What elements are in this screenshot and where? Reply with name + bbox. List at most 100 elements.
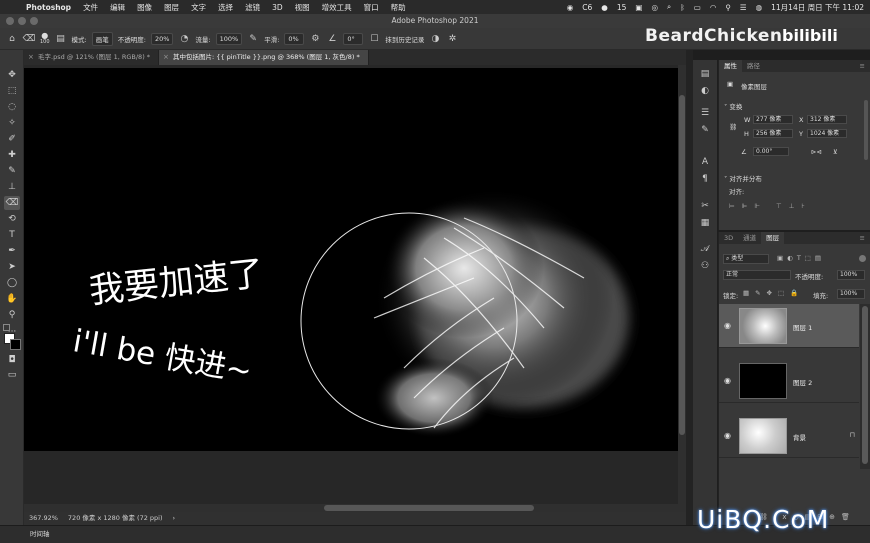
- tab-properties[interactable]: 属性: [719, 60, 742, 72]
- brush-settings-icon[interactable]: ▤: [55, 33, 67, 45]
- visibility-eye-icon[interactable]: ◉: [724, 321, 731, 330]
- brushes-panel-icon[interactable]: ✎: [699, 124, 711, 136]
- tab-channels[interactable]: 通道: [738, 232, 761, 244]
- zoom-level[interactable]: 367.92%: [24, 512, 63, 525]
- menu-window[interactable]: 窗口: [358, 2, 385, 13]
- menu-type[interactable]: 文字: [185, 2, 212, 13]
- status-dot-icon[interactable]: ●: [601, 3, 608, 12]
- align-section-header[interactable]: ˅ 对齐并分布: [724, 173, 762, 183]
- properties-scroll-thumb[interactable]: [864, 100, 868, 160]
- menu-layer[interactable]: 图层: [158, 2, 185, 13]
- siri-icon[interactable]: ◍: [756, 3, 763, 12]
- panel-menu-icon[interactable]: ≡: [855, 60, 870, 72]
- scroll-thumb[interactable]: [324, 505, 534, 511]
- history-panel-icon[interactable]: ▤: [699, 68, 711, 80]
- layers-scrollbar[interactable]: [860, 304, 870, 469]
- screen-mode-icon[interactable]: ▭: [4, 368, 20, 382]
- gear-icon[interactable]: ⚙: [309, 33, 321, 45]
- move-tool-icon[interactable]: ✥: [4, 68, 20, 82]
- pressure-size-icon[interactable]: ◑: [429, 33, 441, 45]
- lock-icon[interactable]: ⊓: [850, 431, 855, 439]
- magic-wand-tool-icon[interactable]: ✧: [4, 116, 20, 130]
- eraser-tool-icon[interactable]: ⌫: [4, 196, 20, 210]
- document-size[interactable]: 720 像素 x 1280 像素 (72 ppi): [63, 512, 168, 525]
- shape-tool-icon[interactable]: ◯: [4, 276, 20, 290]
- default-colors-icon[interactable]: [3, 324, 10, 331]
- pen-tool-icon[interactable]: ✒: [4, 244, 20, 258]
- tab-3d[interactable]: 3D: [719, 232, 738, 244]
- path-select-tool-icon[interactable]: ➤: [4, 260, 20, 274]
- flip-horizontal-icon[interactable]: ⊳⊲: [811, 148, 822, 156]
- healing-brush-tool-icon[interactable]: ✚: [4, 148, 20, 162]
- link-icon[interactable]: ⛓: [729, 123, 737, 131]
- menu-clock[interactable]: 11月14日 周日 下午 11:02: [771, 2, 864, 13]
- adjustments-panel-icon[interactable]: ◐: [699, 85, 711, 97]
- scroll-thumb[interactable]: [679, 95, 685, 435]
- filter-toggle-icon[interactable]: [859, 255, 866, 262]
- menu-file[interactable]: 文件: [77, 2, 104, 13]
- erase-history-checkbox[interactable]: ☐: [368, 33, 380, 45]
- quick-mask-icon[interactable]: ◘: [4, 353, 20, 367]
- clone-source-icon[interactable]: ⚇: [699, 260, 711, 272]
- opacity-field[interactable]: 20%: [150, 32, 174, 45]
- flip-vertical-icon[interactable]: ⊻: [833, 148, 838, 156]
- bluetooth-icon[interactable]: ᛒ: [680, 3, 685, 12]
- airbrush-icon[interactable]: ✎: [247, 33, 259, 45]
- background-color-swatch[interactable]: [10, 339, 21, 350]
- layer-name[interactable]: 图层 2: [793, 377, 812, 387]
- canvas-workspace[interactable]: 我要加速了 i'll be 快进~: [24, 65, 686, 512]
- visibility-eye-icon[interactable]: ◉: [724, 431, 731, 440]
- wifi-icon[interactable]: ◠: [710, 3, 717, 12]
- scroll-thumb[interactable]: [862, 306, 868, 464]
- status-c-label[interactable]: C6: [582, 3, 592, 12]
- menu-plugins[interactable]: 增效工具: [316, 2, 358, 13]
- hand-tool-icon[interactable]: ✋: [4, 292, 20, 306]
- horizontal-scrollbar[interactable]: [24, 504, 678, 512]
- menu-filter[interactable]: 滤镜: [239, 2, 266, 13]
- menu-edit[interactable]: 编辑: [104, 2, 131, 13]
- layer-name[interactable]: 背景: [793, 432, 806, 442]
- height-field[interactable]: 256 像素: [753, 129, 793, 138]
- stamp-tool-icon[interactable]: ⊥: [4, 180, 20, 194]
- menu-image[interactable]: 图像: [131, 2, 158, 13]
- symmetry-icon[interactable]: ✲: [446, 33, 458, 45]
- pressure-opacity-icon[interactable]: ◔: [178, 33, 190, 45]
- smoothing-field[interactable]: 0%: [284, 32, 305, 45]
- close-tab-icon[interactable]: ×: [163, 50, 169, 65]
- width-field[interactable]: 277 像素: [753, 115, 793, 124]
- menu-3d[interactable]: 3D: [266, 3, 289, 12]
- history-brush-tool-icon[interactable]: ⟲: [4, 212, 20, 226]
- battery-icon[interactable]: ▭: [694, 3, 701, 12]
- search-icon[interactable]: ⌕: [667, 2, 671, 12]
- layer-row-background[interactable]: ◉ 背景 ⊓: [719, 414, 859, 458]
- home-icon[interactable]: ⌂: [6, 33, 18, 45]
- paragraph-panel-icon[interactable]: ¶: [699, 173, 711, 185]
- record-icon[interactable]: ◉: [567, 3, 574, 12]
- info-panel-icon[interactable]: ▦: [699, 217, 711, 229]
- brush-tool-icon[interactable]: ✎: [4, 164, 20, 178]
- status-expand-icon[interactable]: ›: [168, 512, 181, 525]
- angle-field[interactable]: 0°: [343, 32, 364, 45]
- vertical-scrollbar[interactable]: [678, 65, 686, 512]
- menu-view[interactable]: 视图: [289, 2, 316, 13]
- tab-paths[interactable]: 路径: [742, 60, 765, 72]
- layer-row-layer-2[interactable]: ◉ 图层 2: [719, 359, 859, 403]
- visibility-eye-icon[interactable]: ◉: [724, 376, 731, 385]
- menu-app-name[interactable]: Photoshop: [20, 3, 77, 12]
- document-canvas[interactable]: 我要加速了 i'll be 快进~: [24, 68, 684, 451]
- layer-row-layer-1[interactable]: ◉ 图层 1: [719, 304, 859, 348]
- menu-select[interactable]: 选择: [212, 2, 239, 13]
- libraries-panel-icon[interactable]: ☰: [699, 107, 711, 119]
- status-num-label[interactable]: 15: [617, 3, 627, 12]
- filter-icons-row[interactable]: ▣◐T⬚▤: [777, 254, 825, 262]
- panel-menu-icon[interactable]: ≡: [855, 232, 870, 244]
- layer-name[interactable]: 图层 1: [793, 322, 812, 332]
- app-menu-icon[interactable]: ▣: [635, 3, 642, 12]
- blend-mode-select[interactable]: 正常: [723, 270, 791, 280]
- transform-section-header[interactable]: ˅ 变换: [724, 101, 742, 111]
- eyedropper-tool-icon[interactable]: ✐: [4, 132, 20, 146]
- eraser-tool-icon[interactable]: ⌫: [23, 33, 36, 45]
- tab-layers[interactable]: 图层: [761, 232, 785, 244]
- marquee-tool-icon[interactable]: ⬚: [4, 84, 20, 98]
- fill-field[interactable]: 100%: [837, 289, 865, 299]
